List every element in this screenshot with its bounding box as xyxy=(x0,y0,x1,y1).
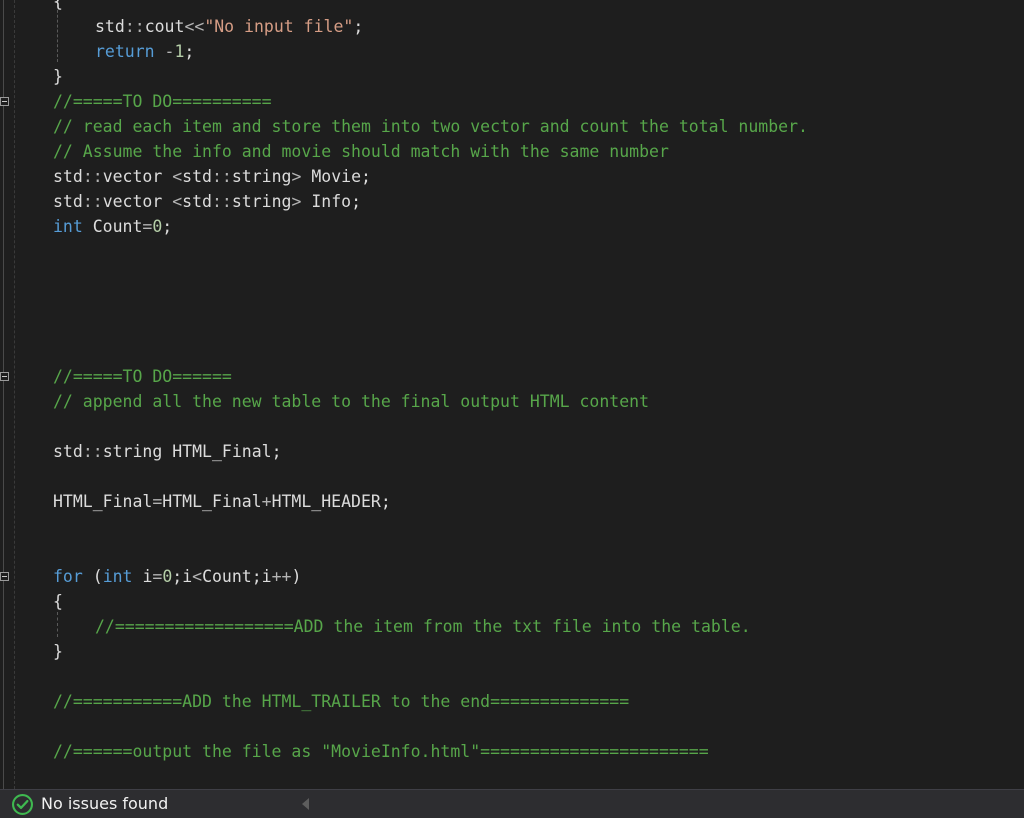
code-token: :: xyxy=(211,192,232,211)
code-token: string HTML_Final; xyxy=(102,442,282,461)
code-token: < xyxy=(172,192,183,211)
code-token: < xyxy=(192,567,203,586)
code-token: 0 xyxy=(152,217,163,236)
code-token: std xyxy=(182,167,212,186)
fold-collapse-icon[interactable] xyxy=(0,372,9,381)
code-token: :: xyxy=(82,192,103,211)
code-token: i xyxy=(142,567,153,586)
code-token: //==================ADD the item from th… xyxy=(95,617,751,636)
gutter-margin-line xyxy=(3,0,4,789)
code-line[interactable]: //======output the file as "MovieInfo.ht… xyxy=(53,739,709,764)
code-token: //=====TO DO========== xyxy=(53,92,272,111)
scroll-left-arrow-icon[interactable] xyxy=(302,798,309,810)
code-token: { xyxy=(53,592,63,611)
code-token: ; xyxy=(353,17,364,36)
code-token: HTML_HEADER; xyxy=(271,492,391,511)
gutter-dashed-line xyxy=(14,0,15,789)
code-token: //=====TO DO====== xyxy=(53,367,232,386)
code-token: = xyxy=(152,567,163,586)
code-line[interactable]: std::vector <std::string> Movie; xyxy=(53,164,371,189)
code-token: HTML_Final xyxy=(53,492,153,511)
code-token: :: xyxy=(82,167,103,186)
code-token: // append all the new table to the final… xyxy=(53,392,650,411)
code-token: } xyxy=(53,67,63,86)
code-line[interactable]: } xyxy=(53,639,63,664)
code-token: vector xyxy=(102,192,173,211)
code-token: Count xyxy=(92,217,143,236)
code-token: return xyxy=(95,42,165,61)
code-token: Count xyxy=(202,567,252,586)
status-message[interactable]: No issues found xyxy=(41,790,168,818)
status-bar: No issues found xyxy=(0,789,1024,818)
indent-guide xyxy=(57,612,58,637)
code-token: } xyxy=(53,642,63,661)
code-line[interactable]: std::cout<<"No input file"; xyxy=(95,14,363,39)
code-token: << xyxy=(184,17,205,36)
code-token: std xyxy=(53,167,83,186)
code-line[interactable]: { xyxy=(53,589,63,614)
code-token: ++ xyxy=(271,567,292,586)
code-token: vector xyxy=(102,167,173,186)
code-token: ; xyxy=(162,217,173,236)
code-token: for xyxy=(53,567,93,586)
code-line[interactable]: std::string HTML_Final; xyxy=(53,439,282,464)
check-circle-icon xyxy=(12,794,33,815)
code-token: ; xyxy=(251,567,262,586)
code-editor[interactable]: {std::cout<<"No input file"; return -1;} /… xyxy=(0,0,1024,789)
code-token: < xyxy=(172,167,183,186)
code-token: // read each item and store them into tw… xyxy=(53,117,808,136)
code-token: std xyxy=(95,17,125,36)
fold-collapse-icon[interactable] xyxy=(0,572,9,581)
fold-collapse-icon[interactable] xyxy=(0,97,9,106)
code-token: std xyxy=(53,442,83,461)
code-token: cout xyxy=(144,17,185,36)
code-token: - xyxy=(164,42,175,61)
code-token: > xyxy=(291,192,302,211)
code-token: string xyxy=(231,167,292,186)
code-line[interactable]: } xyxy=(53,64,63,89)
code-token: 1 xyxy=(174,42,185,61)
code-line[interactable]: // append all the new table to the final… xyxy=(53,389,649,414)
code-token: = xyxy=(142,217,153,236)
code-token: :: xyxy=(211,167,232,186)
code-line[interactable]: //===========ADD the HTML_TRAILER to the… xyxy=(53,689,629,714)
code-token: "No input file" xyxy=(204,17,354,36)
code-line[interactable]: for (int i=0;i<Count;i++) xyxy=(53,564,301,589)
code-token: int xyxy=(102,567,143,586)
code-token: i xyxy=(182,567,193,586)
code-line[interactable]: //=====TO DO====== xyxy=(53,364,232,389)
code-token: // Assume the info and movie should matc… xyxy=(53,142,669,161)
code-token: HTML_Final xyxy=(162,492,262,511)
code-token: ) xyxy=(291,567,302,586)
code-token: :: xyxy=(82,442,103,461)
code-line[interactable]: // read each item and store them into tw… xyxy=(53,114,808,139)
code-token: :: xyxy=(124,17,145,36)
code-line[interactable]: { xyxy=(53,0,63,14)
code-token: ( xyxy=(92,567,103,586)
code-token: std xyxy=(182,192,212,211)
code-line[interactable]: //=====TO DO========== xyxy=(53,89,272,114)
code-token: Movie; xyxy=(301,167,371,186)
code-token: = xyxy=(152,492,163,511)
code-token: 0 xyxy=(162,567,173,586)
code-line[interactable]: //==================ADD the item from th… xyxy=(95,614,751,639)
code-token: Info; xyxy=(301,192,362,211)
code-token: string xyxy=(231,192,292,211)
code-token: std xyxy=(53,192,83,211)
code-token: > xyxy=(291,167,302,186)
code-line[interactable]: std::vector <std::string> Info; xyxy=(53,189,361,214)
code-token: { xyxy=(53,0,63,11)
code-token: + xyxy=(261,492,272,511)
code-token: int xyxy=(53,217,93,236)
code-line[interactable]: HTML_Final=HTML_Final+HTML_HEADER; xyxy=(53,489,391,514)
code-line[interactable]: return -1; xyxy=(95,39,194,64)
editor-gutter xyxy=(0,0,22,789)
code-token: //===========ADD the HTML_TRAILER to the… xyxy=(53,692,630,711)
code-line[interactable]: // Assume the info and movie should matc… xyxy=(53,139,669,164)
code-token: //======output the file as "MovieInfo.ht… xyxy=(53,742,709,761)
code-token: ; xyxy=(172,567,183,586)
code-token: ; xyxy=(184,42,195,61)
code-line[interactable]: int Count=0; xyxy=(53,214,172,239)
code-token: i xyxy=(261,567,272,586)
